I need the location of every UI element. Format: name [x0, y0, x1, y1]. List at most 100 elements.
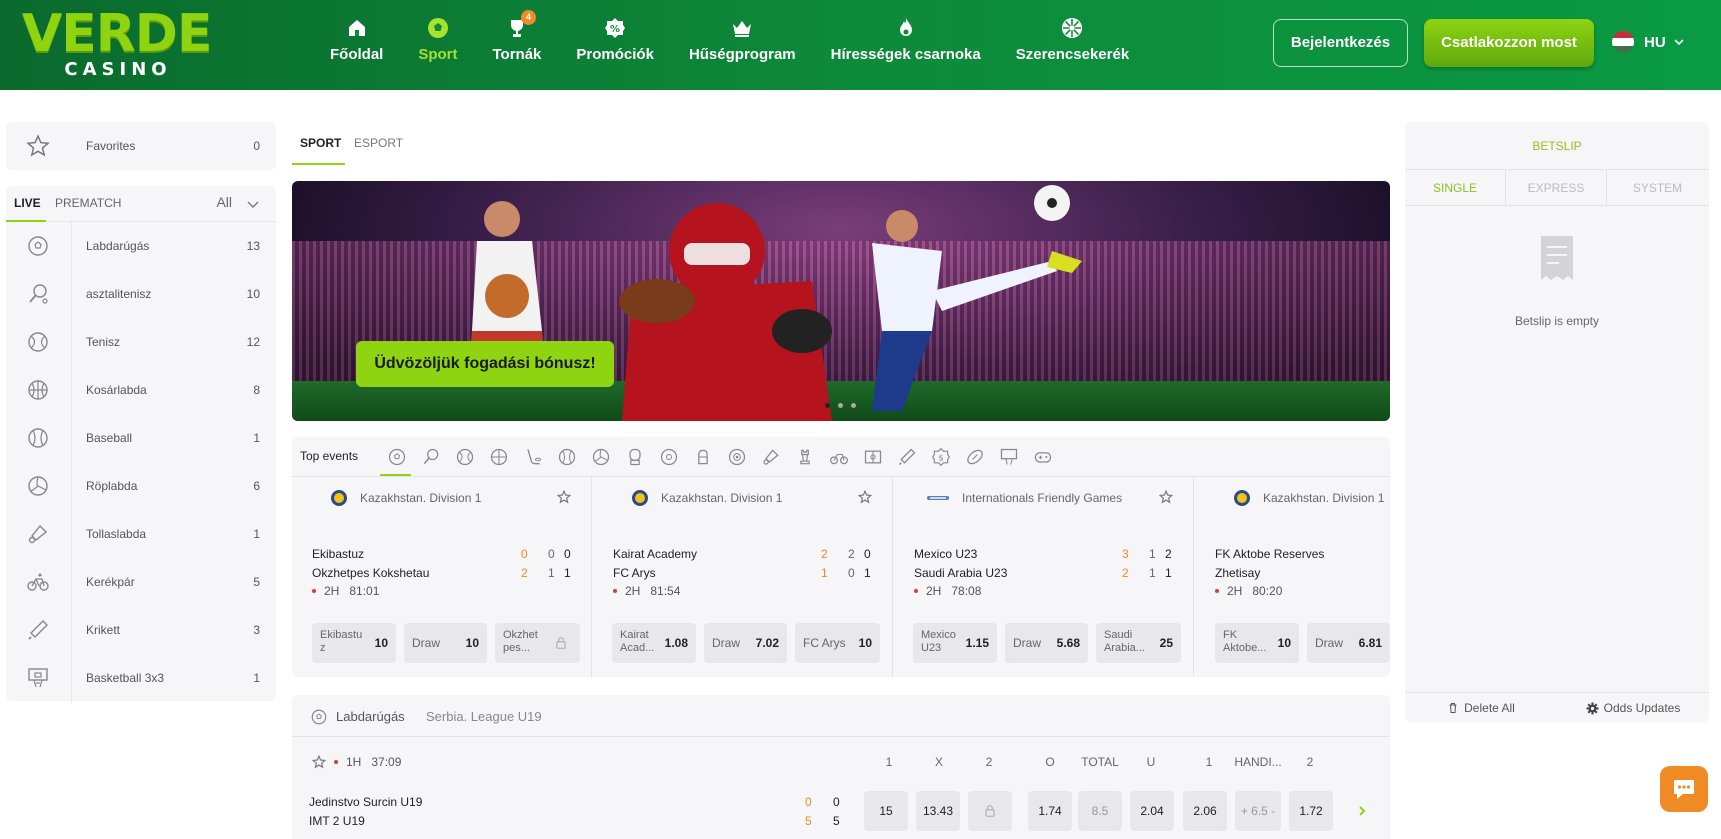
join-now-button[interactable]: Csatlakozzon most — [1424, 19, 1594, 67]
sidebar-item-asztalitenisz[interactable]: asztalitenisz 10 — [6, 270, 276, 318]
sidebar-item-tollaslabda[interactable]: Tollaslabda 1 — [6, 510, 276, 558]
nav-item-wheel[interactable]: Szerencsekerék — [1016, 16, 1129, 76]
nav-item-sport[interactable]: Sport — [418, 16, 458, 76]
delete-all-button[interactable]: Delete All — [1405, 693, 1557, 723]
live-dot — [613, 589, 617, 593]
star-icon[interactable] — [312, 755, 326, 769]
score-home-extra: 0 — [564, 547, 571, 561]
carousel-dot[interactable] — [825, 403, 830, 408]
login-button[interactable]: Bejelentkezés — [1273, 19, 1408, 67]
chevron-down-icon[interactable] — [246, 198, 260, 212]
chess-icon[interactable] — [788, 445, 822, 469]
nav-item-loyalty[interactable]: Hűségprogram — [689, 16, 796, 76]
field-hockey-icon[interactable] — [856, 445, 890, 469]
match-card[interactable]: Kazakhstan. Division 1 Ekibastuz Okzhetp… — [292, 477, 592, 677]
shuttlecock-icon[interactable] — [754, 445, 788, 469]
dollar-icon[interactable]: $ — [924, 445, 958, 469]
tab-esport[interactable]: ESPORT — [354, 136, 403, 150]
odd-button-home[interactable]: Mexico U23 1.15 — [913, 623, 997, 663]
nav-item-tournaments[interactable]: 4 Tornák — [493, 10, 541, 76]
nav-item-promotions[interactable]: % Promóciók — [576, 16, 654, 76]
chevron-right-icon[interactable] — [1355, 804, 1369, 818]
tab-sport[interactable]: SPORT — [300, 136, 341, 150]
odd-button-home[interactable]: FK Aktobe... 10 — [1215, 623, 1299, 663]
odd-button-under[interactable]: 2.04 — [1130, 791, 1174, 831]
sports-list-panel: LIVE PREMATCH All Labdarúgás 13 asztalit… — [6, 186, 276, 702]
cricket-icon[interactable] — [890, 445, 924, 469]
odd-button-1[interactable]: 15 — [864, 791, 908, 831]
odd-value: 10 — [374, 636, 388, 650]
sidebar-item-kosarlabda[interactable]: Kosárlabda 8 — [6, 366, 276, 414]
odd-button-handicap-1[interactable]: 2.06 — [1183, 791, 1227, 831]
score-home-total: 0 — [521, 547, 528, 561]
tab-system[interactable]: SYSTEM — [1607, 170, 1708, 206]
soccer-icon[interactable] — [380, 445, 414, 469]
sidebar-item-baseball[interactable]: Baseball 1 — [6, 414, 276, 462]
odd-button-home[interactable]: Ekibastu z 10 — [312, 623, 396, 663]
boxing-icon[interactable] — [618, 445, 652, 469]
volleyball-icon[interactable] — [584, 445, 618, 469]
star-icon[interactable] — [1159, 490, 1173, 504]
sidebar-item-basketball-3x3[interactable]: Basketball 3x3 1 — [6, 654, 276, 702]
odd-button-home[interactable]: Kairat Acad... 1.08 — [612, 623, 696, 663]
match-card[interactable]: Kazakhstan. Division 1 FK Aktobe Reserve… — [1195, 477, 1390, 677]
odd-button-over[interactable]: 1.74 — [1028, 791, 1072, 831]
match-card[interactable]: Internationals Friendly Games Mexico U23… — [894, 477, 1194, 677]
odd-button-draw[interactable]: Draw 5.68 — [1005, 623, 1088, 663]
sport-filter-select[interactable]: All — [216, 194, 232, 210]
sport-count: 1 — [253, 527, 260, 541]
table-tennis-icon[interactable] — [414, 445, 448, 469]
star-icon[interactable] — [557, 490, 571, 504]
tab-prematch[interactable]: PREMATCH — [55, 196, 121, 210]
tab-express[interactable]: EXPRESS — [1506, 170, 1607, 206]
odd-button-draw[interactable]: Draw 10 — [404, 623, 487, 663]
handball-icon[interactable] — [720, 445, 754, 469]
odds-updates-button[interactable]: Odds Updates — [1557, 693, 1709, 723]
odd-button-away[interactable]: FC Arys 10 — [795, 623, 880, 663]
verde-casino-logo[interactable]: VERDE CASINO — [22, 8, 222, 80]
row-divider — [71, 414, 72, 462]
mma-glove-icon[interactable] — [686, 445, 720, 469]
favorites-row[interactable]: Favorites 0 — [6, 122, 276, 170]
carousel-dot[interactable] — [838, 403, 843, 408]
tab-live[interactable]: LIVE — [14, 196, 41, 210]
basketball-icon[interactable] — [482, 445, 516, 469]
odd-button-away[interactable]: Saudi Arabia... 25 — [1096, 623, 1181, 663]
hoop-icon[interactable] — [992, 445, 1026, 469]
tab-single[interactable]: SINGLE — [1405, 170, 1506, 206]
odd-button-x[interactable]: 13.43 — [916, 791, 960, 831]
nav-item-home[interactable]: Főoldal — [330, 16, 383, 76]
row-divider — [71, 510, 72, 558]
odd-button-2-locked[interactable] — [968, 791, 1012, 831]
sidebar-item-labdarugas[interactable]: Labdarúgás 13 — [6, 222, 276, 270]
live-dot — [312, 589, 316, 593]
hockey-icon[interactable] — [516, 445, 550, 469]
odd-button-away[interactable]: Okzhet pes... — [495, 623, 580, 663]
sidebar-item-kerekpar[interactable]: Kerékpár 5 — [6, 558, 276, 606]
sidebar-item-krikett[interactable]: Krikett 3 — [6, 606, 276, 654]
chat-support-button[interactable] — [1660, 766, 1708, 812]
promo-banner[interactable]: Üdvözöljük fogadási bónusz! — [292, 181, 1390, 421]
tennis-icon[interactable] — [448, 445, 482, 469]
league-header[interactable]: Labdarúgás Serbia. League U19 — [292, 695, 1390, 737]
carousel-dot[interactable] — [851, 403, 856, 408]
odd-button-handicap-2[interactable]: 1.72 — [1289, 791, 1333, 831]
match-card[interactable]: Kazakhstan. Division 1 Kairat Academy FC… — [593, 477, 893, 677]
odd-button-draw[interactable]: Draw 7.02 — [704, 623, 787, 663]
language-selector[interactable]: HU — [1612, 31, 1686, 53]
futsal-icon[interactable] — [652, 445, 686, 469]
baseball-icon[interactable] — [550, 445, 584, 469]
column-header-2: 2 — [985, 755, 993, 769]
carousel-dots[interactable] — [825, 403, 864, 408]
bicycle-icon[interactable] — [822, 445, 856, 469]
rugby-icon[interactable] — [958, 445, 992, 469]
gamepad-icon[interactable] — [1026, 445, 1060, 469]
nav-item-hall-of-fame[interactable]: Hírességek csarnoka — [831, 16, 981, 76]
team-home: Kairat Academy — [613, 547, 698, 561]
odd-button-draw[interactable]: Draw 6.81 — [1307, 623, 1390, 663]
sidebar-item-roplabda[interactable]: Röplabda 6 — [6, 462, 276, 510]
row-divider — [71, 462, 72, 510]
welcome-bonus-button[interactable]: Üdvözöljük fogadási bónusz! — [356, 341, 614, 387]
star-icon[interactable] — [858, 490, 872, 504]
sidebar-item-tenisz[interactable]: Tenisz 12 — [6, 318, 276, 366]
